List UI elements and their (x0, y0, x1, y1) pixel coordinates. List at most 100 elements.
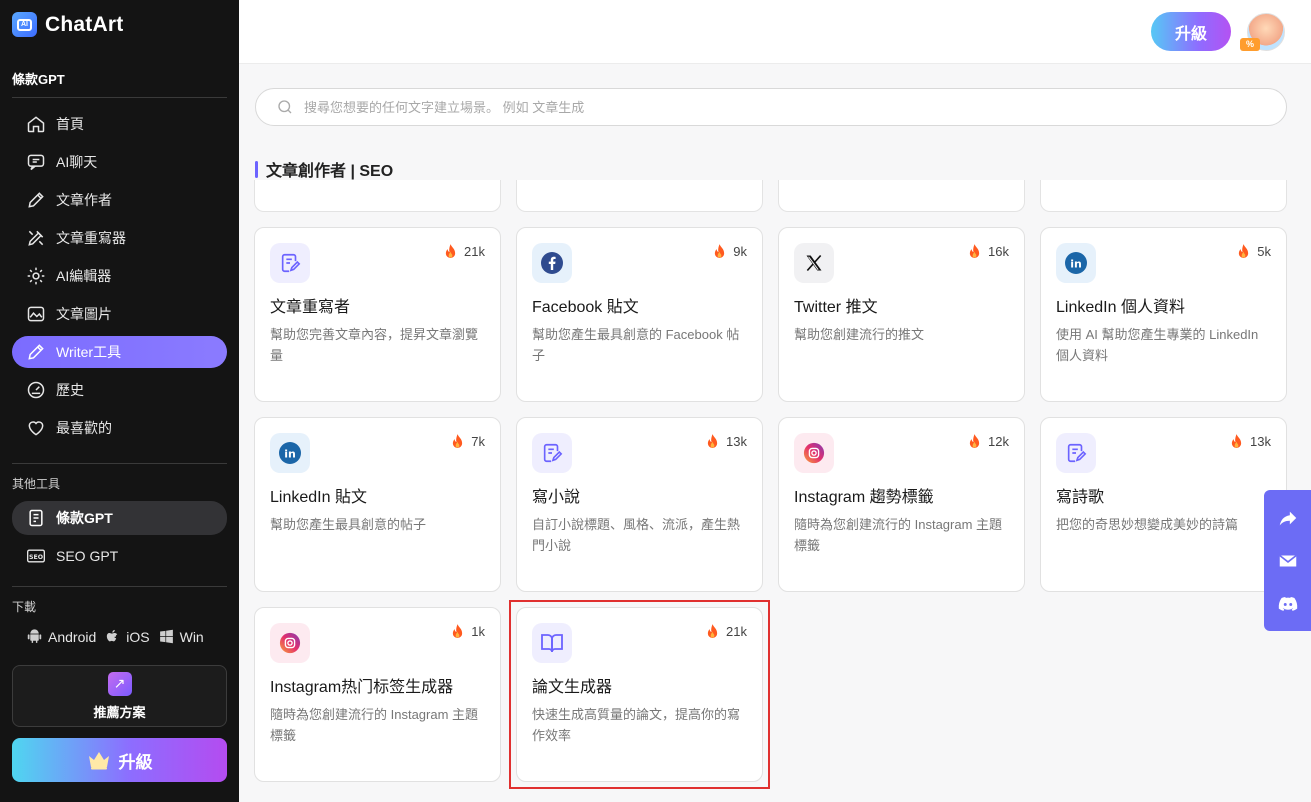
tool-card-linkedin-profile[interactable]: in 5k LinkedIn 個人資料 使用 AI 幫助您產生專業的 Linke… (1040, 227, 1287, 402)
sidebar-item-seo-gpt[interactable]: SEO SEO GPT (12, 540, 227, 572)
avatar[interactable]: % (1240, 13, 1285, 51)
cut-card[interactable] (254, 180, 501, 212)
discord-icon[interactable] (1277, 593, 1299, 615)
card-description: 使用 AI 幫助您產生專業的 LinkedIn 個人資料 (1056, 327, 1259, 363)
cut-card[interactable] (778, 180, 1025, 212)
sidebar-item-terms-gpt[interactable]: 條款GPT (12, 501, 227, 535)
section-title-download: 下載 (12, 600, 37, 614)
sidebar-item-ai-chat[interactable]: AI聊天 (12, 146, 227, 178)
card-description: 幫助您完善文章內容，提昇文章瀏覽量 (270, 327, 479, 363)
sidebar-item-favorites[interactable]: 最喜歡的 (12, 412, 227, 444)
fire-icon (453, 434, 463, 448)
chat-icon (27, 154, 45, 171)
rewrite-icon (28, 230, 44, 246)
download-ios[interactable]: iOS (104, 628, 150, 645)
usage-count: 5k (1257, 244, 1271, 259)
card-title: 文章重寫者 (270, 299, 351, 316)
image-icon (27, 306, 45, 322)
sidebar-upgrade-label: 升級 (118, 752, 153, 772)
tool-card-twitter-post[interactable]: 16k Twitter 推文 幫助您創建流行的推文 (778, 227, 1025, 402)
sidebar-upgrade-button[interactable]: 升級 (12, 738, 227, 782)
mail-icon[interactable] (1277, 550, 1299, 572)
pencil-icon (28, 192, 44, 208)
instagram-icon (794, 433, 834, 473)
apple-icon (107, 629, 118, 642)
category-accent-bar (255, 160, 258, 178)
svg-text:in: in (284, 448, 296, 461)
referral-program-button[interactable]: ↗ 推薦方案 (12, 665, 227, 727)
sidebar-item-label: Writer工具 (56, 344, 122, 360)
popularity: 13k (706, 434, 747, 449)
card-title: 寫詩歌 (1056, 489, 1105, 506)
sidebar-item-ai-editor[interactable]: AI編輯器 (12, 260, 227, 292)
search-bar[interactable] (255, 88, 1287, 126)
download-android[interactable]: Android (26, 628, 96, 645)
tool-card-instagram-trending-tags[interactable]: 12k Instagram 趨勢標籤 隨時為您創建流行的 Instagram 主… (778, 417, 1025, 592)
search-icon (278, 100, 292, 114)
linkedin-icon: in (270, 433, 310, 473)
gear-icon (27, 267, 45, 285)
sidebar-item-article-rewriter[interactable]: 文章重寫器 (12, 222, 227, 254)
card-description: 隨時為您創建流行的 Instagram 主題標籤 (794, 517, 1003, 553)
app-logo[interactable]: AI ChatArt (12, 12, 123, 37)
share-icon[interactable] (1277, 507, 1299, 529)
rewrite-icon (270, 243, 310, 283)
download-android-label: Android (48, 628, 97, 645)
download-links: Android iOS Win (26, 628, 204, 645)
card-title: Instagram热门标签生成器 (270, 679, 454, 696)
category-title-text: 文章創作者 | SEO (266, 163, 394, 180)
svg-text:in: in (1070, 258, 1082, 271)
tool-card-write-poetry[interactable]: 13k 寫詩歌 把您的奇思妙想變成美妙的詩篇 (1040, 417, 1287, 592)
fire-icon (1231, 434, 1242, 448)
header-upgrade-button[interactable]: 升級 (1151, 12, 1231, 51)
sidebar-item-label: 歷史 (56, 382, 84, 398)
download-win-label: Win (179, 628, 204, 645)
card-title: LinkedIn 個人資料 (1056, 299, 1185, 316)
popularity: 21k (444, 244, 485, 259)
card-title: Instagram 趨勢標籤 (794, 489, 934, 506)
rewrite-icon (1056, 433, 1096, 473)
usage-count: 21k (464, 244, 485, 259)
tool-card-write-novel[interactable]: 13k 寫小說 自訂小說標題、風格、流派，產生熱門小說 (516, 417, 763, 592)
card-title: LinkedIn 貼文 (270, 489, 367, 506)
heart-icon (28, 421, 44, 436)
cut-card[interactable] (516, 180, 763, 212)
sidebar-item-article-image[interactable]: 文章圖片 (12, 298, 227, 330)
sidebar-item-writer-tools[interactable]: Writer工具 (12, 336, 227, 368)
usage-count: 13k (726, 434, 747, 449)
search-input[interactable] (304, 99, 1286, 115)
crown-icon (88, 752, 109, 770)
sidebar-item-home[interactable]: 首頁 (12, 108, 227, 140)
tool-card-instagram-tag-generator[interactable]: 1k Instagram热门标签生成器 隨時為您創建流行的 Instagram … (254, 607, 501, 782)
popularity: 9k (713, 244, 747, 259)
fire-icon (453, 624, 463, 638)
divider (12, 463, 227, 464)
divider (12, 97, 227, 98)
card-description: 隨時為您創建流行的 Instagram 主題標籤 (270, 707, 479, 743)
avatar-badge: % (1240, 38, 1260, 51)
floating-toolbar (1264, 490, 1311, 631)
logo-icon: AI (12, 12, 37, 37)
sidebar-item-label: AI編輯器 (56, 268, 112, 284)
sidebar-item-history[interactable]: 歷史 (12, 374, 227, 406)
fire-icon (707, 434, 718, 448)
svg-text:SEO: SEO (29, 554, 43, 561)
download-win[interactable]: Win (158, 628, 204, 645)
popularity: 16k (968, 244, 1009, 259)
card-description: 幫助您產生最具創意的 Facebook 帖子 (532, 327, 740, 363)
android-icon (27, 629, 42, 643)
usage-count: 13k (1250, 434, 1271, 449)
tool-card-article-rewriter[interactable]: 21k 文章重寫者 幫助您完善文章內容，提昇文章瀏覽量 (254, 227, 501, 402)
tool-card-facebook-post[interactable]: 9k Facebook 貼文 幫助您產生最具創意的 Facebook 帖子 (516, 227, 763, 402)
download-ios-label: iOS (126, 628, 150, 645)
tool-card-linkedin-post[interactable]: in 7k LinkedIn 貼文 幫助您產生最具創意的帖子 (254, 417, 501, 592)
fire-icon (715, 244, 725, 258)
cut-card[interactable] (1040, 180, 1287, 212)
section-title-other-tools: 其他工具 (12, 477, 61, 491)
sidebar-item-label: 首頁 (56, 116, 84, 132)
facebook-icon (532, 243, 572, 283)
card-description: 自訂小說標題、風格、流派，產生熱門小說 (532, 517, 741, 553)
highlight-box (509, 600, 770, 789)
sidebar-item-article-writer[interactable]: 文章作者 (12, 184, 227, 216)
seo-icon: SEO (27, 549, 45, 563)
